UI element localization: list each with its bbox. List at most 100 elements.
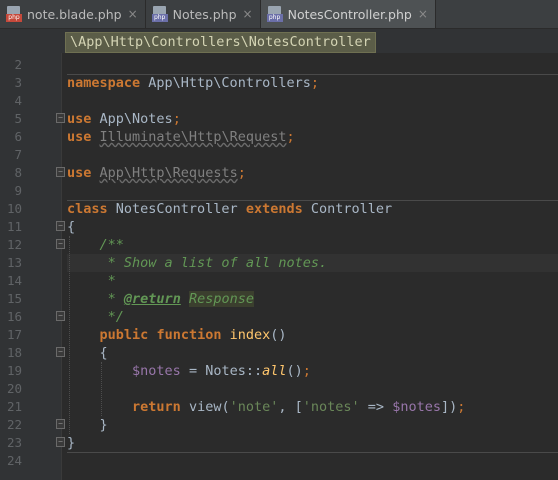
close-icon[interactable]: × — [128, 7, 138, 21]
code-text: use App\Http\Requests; — [67, 164, 246, 182]
code-text: public function index() — [67, 326, 287, 344]
close-icon[interactable]: × — [243, 7, 253, 21]
line-number: 19 — [6, 363, 22, 378]
code-line: 16 − */ — [0, 308, 558, 326]
line-number: 17 — [6, 327, 22, 342]
unused-import-path: App\Http\Requests — [99, 165, 238, 181]
doc-comment: */ — [99, 309, 124, 325]
breadcrumb[interactable]: \App\Http\Controllers\NotesController — [65, 32, 376, 53]
code-text: } — [67, 416, 108, 434]
line-number: 20 — [6, 381, 22, 396]
punctuation: ]) — [440, 399, 458, 415]
code-text: return view('note', ['notes' => $notes])… — [67, 398, 465, 416]
method-separator — [67, 452, 558, 453]
code-editor[interactable]: 2 3 namespace App\Http\Controllers; 4 5 … — [0, 56, 558, 470]
semicolon: ; — [172, 111, 181, 127]
tab-note-blade[interactable]: php note.blade.php × — [0, 0, 146, 28]
keyword: namespace — [67, 75, 141, 91]
brace: } — [99, 417, 108, 433]
function-name: index — [221, 327, 271, 343]
tab-notescontroller-php[interactable]: php NotesController.php × — [260, 0, 436, 28]
brace: } — [67, 435, 76, 451]
code-line: 17 public function index() — [0, 326, 558, 344]
code-text: * Show a list of all notes. — [67, 254, 327, 272]
fold-toggle-icon[interactable]: − — [56, 419, 65, 429]
code-line: 2 — [0, 56, 558, 74]
code-line: 10 class NotesController extends Control… — [0, 200, 558, 218]
unused-import-path: Illuminate\Http\Request — [99, 129, 287, 145]
parens: () — [286, 363, 303, 379]
fold-toggle-icon[interactable]: − — [56, 311, 65, 321]
code-line: 20 — [0, 380, 558, 398]
code-text: { — [67, 218, 75, 236]
tab-label: note.blade.php — [27, 6, 122, 22]
line-number: 13 — [6, 255, 22, 270]
line-number: 14 — [6, 273, 22, 288]
line-number: 2 — [14, 57, 22, 72]
keyword: use — [67, 165, 92, 181]
fold-toggle-icon[interactable]: − — [56, 221, 65, 231]
doc-comment: * — [99, 273, 116, 289]
code-text: use Illuminate\Http\Request; — [67, 128, 295, 146]
import-path: App\Notes — [99, 111, 173, 127]
code-text: /** — [67, 236, 124, 254]
semicolon: ; — [302, 363, 311, 379]
code-text: $notes = Notes::all(); — [67, 362, 311, 380]
semicolon: ; — [237, 165, 246, 181]
variable: $notes — [132, 363, 181, 379]
string-literal: 'notes' — [302, 399, 360, 415]
arrow-operator: => — [359, 399, 393, 415]
close-icon[interactable]: × — [418, 7, 428, 21]
line-number: 9 — [14, 183, 22, 198]
string-literal: 'note' — [229, 399, 279, 415]
ide-window: php note.blade.php × php Notes.php × php… — [0, 0, 558, 480]
code-line: 12 − /** — [0, 236, 558, 254]
code-text: use App\Notes; — [67, 110, 181, 128]
code-line: 9 — [0, 182, 558, 200]
code-line: 14 * — [0, 272, 558, 290]
line-number: 10 — [6, 201, 22, 216]
doc-comment: /** — [99, 237, 124, 253]
doc-comment: * Show a list of all notes. — [99, 255, 328, 271]
fold-toggle-icon[interactable]: − — [56, 347, 65, 357]
code-line: 24 — [0, 452, 558, 470]
php-file-icon: php — [266, 6, 283, 22]
code-line: 18 − { — [0, 344, 558, 362]
line-number: 24 — [6, 453, 22, 468]
function-call: view( — [180, 399, 230, 415]
line-number: 11 — [6, 219, 22, 234]
keyword: use — [67, 129, 92, 145]
tab-label: NotesController.php — [287, 6, 412, 22]
line-number: 3 — [14, 75, 22, 90]
brace: { — [99, 345, 108, 361]
keyword: use — [67, 111, 92, 127]
code-line: 22 − } — [0, 416, 558, 434]
line-number: 6 — [14, 129, 22, 144]
indent-guide — [69, 236, 70, 434]
keyword: return — [132, 399, 181, 415]
doc-tag-value: Response — [188, 291, 254, 307]
parens: () — [270, 327, 287, 343]
indent-guide — [101, 362, 102, 416]
class-name: NotesController — [107, 201, 246, 217]
code-line: 23 − } — [0, 434, 558, 452]
variable: $notes — [392, 399, 441, 415]
static-call: = Notes:: — [180, 363, 263, 379]
fold-toggle-icon[interactable]: − — [56, 113, 65, 123]
line-number: 16 — [6, 309, 22, 324]
code-line: 4 — [0, 92, 558, 110]
fold-toggle-icon[interactable]: − — [56, 239, 65, 249]
code-line-current: 13 * Show a list of all notes. — [0, 254, 558, 272]
semicolon: ; — [286, 129, 295, 145]
code-text: class NotesController extends Controller — [67, 200, 392, 218]
fold-toggle-icon[interactable]: − — [56, 437, 65, 447]
line-number: 21 — [6, 399, 22, 414]
doc-tag: @return — [123, 291, 181, 307]
punctuation: , [ — [278, 399, 303, 415]
line-number: 18 — [6, 345, 22, 360]
code-text: * — [67, 272, 116, 290]
code-line: 21 return view('note', ['notes' => $note… — [0, 398, 558, 416]
tab-notes-php[interactable]: php Notes.php × — [146, 0, 261, 28]
code-text: */ — [67, 308, 124, 326]
fold-toggle-icon[interactable]: − — [56, 167, 65, 177]
